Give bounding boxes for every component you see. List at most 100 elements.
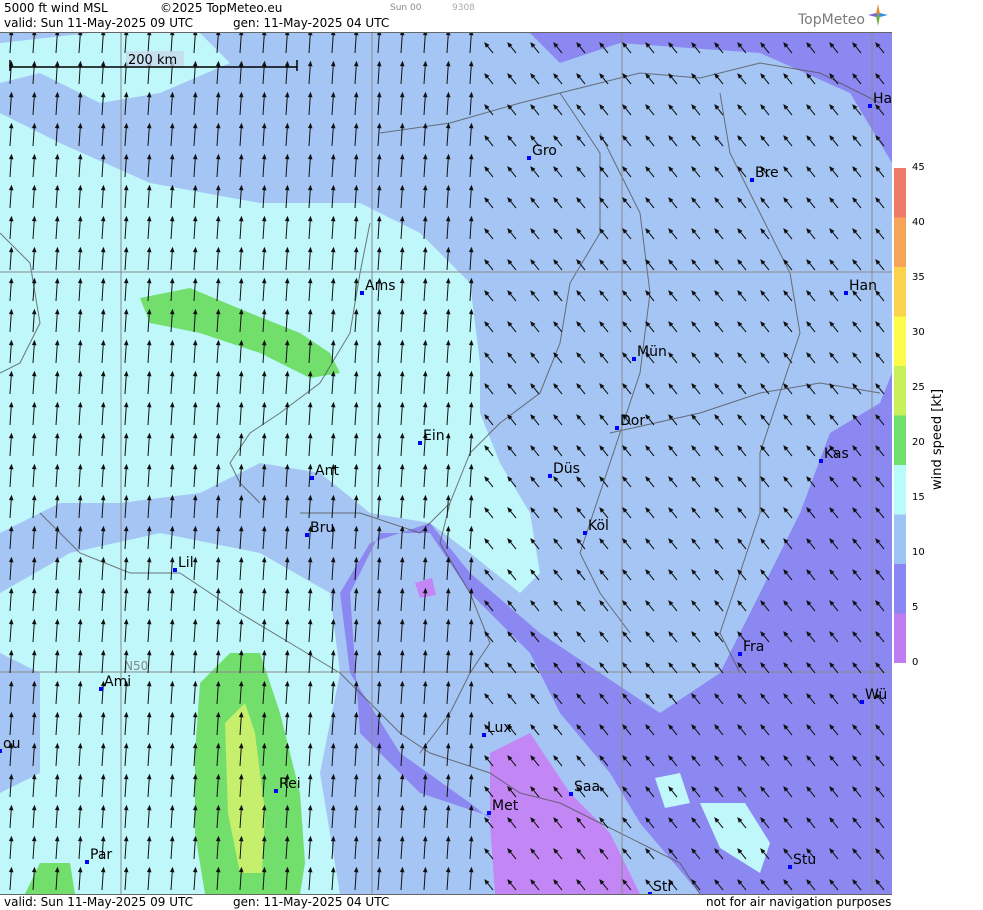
header-bar: 5000 ft wind MSL ©2025 TopMeteo.eu Sun 0… [0, 0, 892, 33]
colorbar-label: wind speed [kt] [930, 388, 945, 490]
wind-arrow-head [399, 33, 405, 36]
city-marker [487, 811, 491, 815]
city-marker [548, 474, 552, 478]
city-label: ou [3, 736, 20, 752]
day-index: Sun 00 [390, 3, 422, 13]
city-marker [583, 531, 587, 535]
latitude-label: N50 [124, 659, 148, 673]
wind-arrow-head [8, 33, 14, 36]
wind-arrow-head [307, 33, 313, 36]
city-label: Wü [865, 687, 887, 703]
wind-arrow-head [192, 33, 198, 36]
city-marker [418, 441, 422, 445]
city-marker [788, 865, 792, 869]
city-label: Lil [178, 555, 194, 571]
wind-arrow-head [123, 33, 129, 36]
colorbar-segment [894, 514, 906, 565]
city-marker [844, 291, 848, 295]
city-label: Ami [104, 674, 131, 690]
wind-speed-colorbar [894, 168, 906, 663]
footer-valid-time: valid: Sun 11-May-2025 09 UTC [4, 895, 193, 909]
city-marker [482, 733, 486, 737]
city-label: Fra [743, 639, 764, 655]
city-label: Gro [532, 143, 557, 159]
colorbar-tick: 35 [912, 272, 925, 283]
valid-time: valid: Sun 11-May-2025 09 UTC [4, 16, 193, 30]
city-marker [860, 700, 864, 704]
city-marker [750, 178, 754, 182]
wind-arrow-head [100, 33, 106, 36]
colorbar-tick: 0 [912, 657, 919, 668]
colorbar-segment [894, 168, 906, 218]
city-marker [85, 860, 89, 864]
wind-arrow-head [422, 33, 428, 36]
footer-generated-time: gen: 11-May-2025 04 UTC [233, 895, 390, 909]
wind-arrow-head [215, 33, 221, 36]
colorbar-tick: 5 [912, 602, 919, 613]
copyright: ©2025 TopMeteo.eu [160, 1, 283, 15]
city-label: Ant [315, 463, 339, 479]
city-label: Düs [553, 461, 580, 477]
colorbar-tick: 25 [912, 382, 925, 393]
topmeteo-logo: TopMeteo [798, 12, 865, 28]
colorbar-segment [894, 316, 906, 367]
wind-arrow-head [54, 33, 60, 36]
city-marker [360, 291, 364, 295]
city-marker [99, 687, 103, 691]
city-label: Ein [423, 428, 445, 444]
city-marker [527, 156, 531, 160]
city-marker [738, 652, 742, 656]
city-label: Mün [637, 344, 667, 360]
city-label: Lux [487, 720, 512, 736]
city-label: Ams [365, 278, 396, 294]
run-code: 9308 [452, 3, 475, 13]
wind-arrow-head [376, 33, 382, 36]
wind-arrow-head [445, 33, 451, 36]
wind-arrow-head [77, 33, 83, 36]
wind-arrow-head [468, 33, 474, 36]
city-label: Dor [620, 413, 645, 429]
city-label: Saa [574, 779, 600, 795]
city-label: Kas [824, 446, 849, 462]
colorbar-segment [894, 465, 906, 515]
colorbar-segment [894, 415, 906, 466]
city-label: Bru [310, 520, 334, 536]
wind-arrow-head [353, 33, 359, 36]
city-marker [0, 749, 2, 753]
city-marker [305, 533, 309, 537]
scale-bar-label: 200 km [128, 53, 177, 68]
wind-arrow-head [261, 33, 267, 36]
city-marker [310, 476, 314, 480]
colorbar-tick: 30 [912, 327, 925, 338]
colorbar-tick: 20 [912, 437, 925, 448]
city-label: Bre [755, 165, 779, 181]
colorbar-segment [894, 564, 906, 614]
footer-bar: valid: Sun 11-May-2025 09 UTC gen: 11-Ma… [0, 894, 892, 910]
wind-arrow-head [146, 33, 152, 36]
wind-arrow-head [284, 33, 290, 36]
city-label: Rei [279, 776, 301, 792]
city-marker [274, 789, 278, 793]
city-marker [632, 357, 636, 361]
colorbar-tick: 45 [912, 162, 925, 173]
city-label: Met [492, 798, 519, 814]
wind-arrow-head [238, 33, 244, 36]
city-label: Par [90, 847, 112, 863]
compass-logo-icon [868, 4, 888, 26]
colorbar-tick: 15 [912, 492, 925, 503]
city-label: Köl [588, 518, 609, 534]
map-title: 5000 ft wind MSL [4, 1, 108, 15]
city-label: Stu [793, 852, 816, 868]
colorbar-segment [894, 217, 906, 268]
wind-arrow-head [169, 33, 175, 36]
city-marker [615, 426, 619, 430]
colorbar-tick: 40 [912, 217, 925, 228]
city-marker [173, 568, 177, 572]
city-label: Han [849, 278, 877, 294]
colorbar-segment [894, 613, 906, 663]
colorbar-tick: 10 [912, 547, 925, 558]
wind-arrow-head [330, 33, 336, 36]
colorbar-segment [894, 366, 906, 416]
city-marker [569, 792, 573, 796]
generated-time: gen: 11-May-2025 04 UTC [233, 16, 390, 30]
